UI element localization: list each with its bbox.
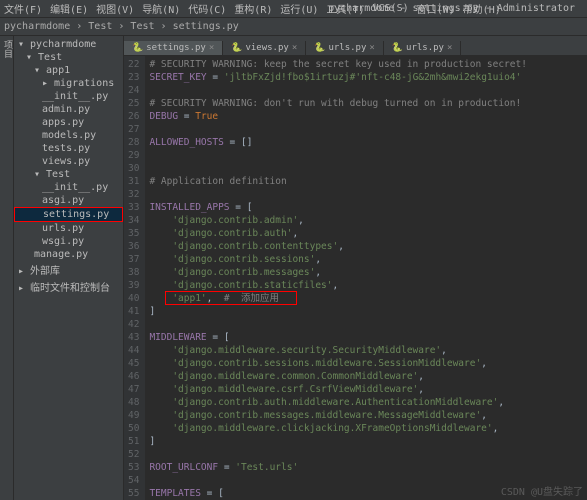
window-title: pycharmdome - settings.py - Administrato… bbox=[328, 0, 575, 18]
breadcrumb: pycharmdome › Test › Test › settings.py bbox=[0, 18, 587, 36]
menu-item[interactable]: 编辑(E) bbox=[50, 1, 88, 16]
python-icon: 🐍 bbox=[231, 43, 242, 53]
python-icon: 🐍 bbox=[132, 43, 143, 53]
breadcrumb-text: pycharmdome › Test › Test › settings.py bbox=[4, 21, 239, 32]
menu-item[interactable]: 视图(V) bbox=[96, 1, 134, 16]
menu-item[interactable]: 文件(F) bbox=[4, 1, 42, 16]
python-icon: 🐍 bbox=[314, 43, 325, 53]
tree-item[interactable]: ▾ app1 bbox=[14, 64, 123, 77]
python-icon: 🐍 bbox=[392, 43, 403, 53]
close-icon[interactable]: × bbox=[447, 43, 452, 53]
left-tool-bar: 项目 bbox=[0, 36, 14, 500]
highlight-box bbox=[165, 291, 297, 305]
close-icon[interactable]: × bbox=[209, 43, 214, 53]
project-tree: ▾ pycharmdome▾ Test▾ app1▸ migrations__i… bbox=[14, 36, 124, 500]
editor-tab[interactable]: 🐍views.py× bbox=[223, 41, 306, 55]
tree-item[interactable]: __init__.py bbox=[14, 90, 123, 103]
tree-item[interactable]: manage.py bbox=[14, 248, 123, 261]
menu-item[interactable]: 运行(U) bbox=[280, 1, 318, 16]
tree-item[interactable]: tests.py bbox=[14, 142, 123, 155]
editor-tab[interactable]: 🐍urls.py× bbox=[306, 41, 384, 55]
tree-item[interactable]: ▾ Test bbox=[14, 51, 123, 64]
tree-item[interactable]: asgi.py bbox=[14, 194, 123, 207]
menu-bar: 文件(F)编辑(E)视图(V)导航(N)代码(C)重构(R)运行(U)工具(T)… bbox=[0, 0, 587, 18]
close-icon[interactable]: × bbox=[369, 43, 374, 53]
tree-item[interactable]: ▾ pycharmdome bbox=[14, 38, 123, 51]
tree-item[interactable]: ▾ Test bbox=[14, 168, 123, 181]
tree-item[interactable]: views.py bbox=[14, 155, 123, 168]
menu-item[interactable]: 导航(N) bbox=[142, 1, 180, 16]
tree-item[interactable]: ▸ 外部库 bbox=[14, 261, 123, 278]
code-content[interactable]: # SECURITY WARNING: keep the secret key … bbox=[145, 56, 587, 500]
menu-item[interactable]: 代码(C) bbox=[188, 1, 226, 16]
tree-item[interactable]: settings.py bbox=[14, 207, 123, 222]
tree-item[interactable]: apps.py bbox=[14, 116, 123, 129]
watermark: CSDN @U盘失踪了 bbox=[501, 483, 583, 498]
tree-item[interactable]: models.py bbox=[14, 129, 123, 142]
close-icon[interactable]: × bbox=[292, 43, 297, 53]
editor-tab[interactable]: 🐍settings.py× bbox=[124, 41, 223, 55]
tree-item[interactable]: admin.py bbox=[14, 103, 123, 116]
tree-item[interactable]: urls.py bbox=[14, 222, 123, 235]
code-editor[interactable]: 2223242526272829303132333435363738394041… bbox=[124, 56, 587, 500]
editor-tabs: 🐍settings.py×🐍views.py×🐍urls.py×🐍urls.py… bbox=[124, 36, 587, 56]
project-tool-label[interactable]: 项目 bbox=[0, 36, 15, 62]
tree-item[interactable]: __init__.py bbox=[14, 181, 123, 194]
tree-item[interactable]: ▸ 临时文件和控制台 bbox=[14, 278, 123, 295]
line-gutter: 2223242526272829303132333435363738394041… bbox=[124, 56, 145, 500]
tree-item[interactable]: ▸ migrations bbox=[14, 77, 123, 90]
editor-tab[interactable]: 🐍urls.py× bbox=[384, 41, 462, 55]
tree-item[interactable]: wsgi.py bbox=[14, 235, 123, 248]
menu-item[interactable]: 重构(R) bbox=[234, 1, 272, 16]
